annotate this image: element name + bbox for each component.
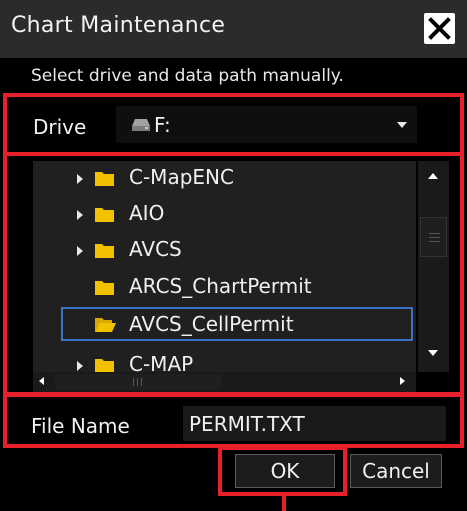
drive-value: F: xyxy=(154,113,171,137)
scroll-left-icon[interactable] xyxy=(39,377,44,385)
tree-item-avcs-cellpermit[interactable]: AVCS_CellPermit xyxy=(61,307,413,341)
horizontal-scrollbar[interactable] xyxy=(33,372,416,392)
folder-icon xyxy=(95,244,114,258)
scroll-down-icon[interactable] xyxy=(428,350,438,356)
title-bar: Chart Maintenance xyxy=(0,0,467,58)
instruction-text: Select drive and data path manually. xyxy=(31,66,344,86)
ok-button[interactable]: OK xyxy=(235,454,335,488)
tree-item-label: C-MAP xyxy=(129,352,194,372)
tree-item-label: ARCS_ChartPermit xyxy=(129,274,312,298)
grip-line xyxy=(429,233,440,234)
tree-item-label: AIO xyxy=(129,201,165,225)
grip-line xyxy=(429,237,440,238)
grip-line xyxy=(141,378,142,386)
grip-line xyxy=(133,378,134,386)
tree-item-label: AVCS xyxy=(129,237,182,261)
folder-tree[interactable]: C-MapENC AIO AVCS ARCS_ChartPermit AVCS_… xyxy=(33,161,416,372)
close-icon xyxy=(424,13,455,44)
chevron-down-icon xyxy=(397,122,407,128)
expand-arrow-icon[interactable] xyxy=(77,210,83,220)
horizontal-scroll-thumb[interactable] xyxy=(55,374,221,390)
tree-item-label: AVCS_CellPermit xyxy=(129,312,294,336)
vertical-scrollbar[interactable] xyxy=(418,161,449,372)
tree-item-cmap[interactable]: C-MAP xyxy=(33,348,416,372)
expand-arrow-icon[interactable] xyxy=(77,246,83,256)
expand-arrow-icon[interactable] xyxy=(77,361,83,371)
open-folder-icon xyxy=(95,318,116,332)
close-button[interactable] xyxy=(424,13,455,44)
drive-icon xyxy=(131,117,151,136)
tree-item-aio[interactable]: AIO xyxy=(33,197,416,233)
tree-item-label: C-MapENC xyxy=(129,165,234,189)
drive-label: Drive xyxy=(33,115,87,139)
window-title: Chart Maintenance xyxy=(11,13,226,38)
folder-icon xyxy=(95,208,114,222)
scroll-up-icon[interactable] xyxy=(428,173,438,179)
tree-item-avcs[interactable]: AVCS xyxy=(33,233,416,269)
tree-item-arcs-chartpermit[interactable]: ARCS_ChartPermit xyxy=(33,270,416,306)
tree-item-cmapenc[interactable]: C-MapENC xyxy=(33,161,416,197)
file-name-label: File Name xyxy=(31,414,130,438)
chart-maintenance-dialog: Chart Maintenance Select drive and data … xyxy=(0,0,467,511)
cancel-button[interactable]: Cancel xyxy=(350,454,442,488)
folder-icon xyxy=(95,359,114,372)
file-name-input[interactable] xyxy=(183,406,446,441)
vertical-scroll-thumb[interactable] xyxy=(420,217,447,257)
drive-dropdown[interactable]: F: xyxy=(116,106,417,143)
folder-icon xyxy=(95,281,114,295)
folder-icon xyxy=(95,172,114,186)
grip-line xyxy=(137,378,138,386)
expand-arrow-icon[interactable] xyxy=(77,174,83,184)
callout-line xyxy=(282,494,286,511)
scroll-right-icon[interactable] xyxy=(400,377,405,385)
grip-line xyxy=(429,241,440,242)
